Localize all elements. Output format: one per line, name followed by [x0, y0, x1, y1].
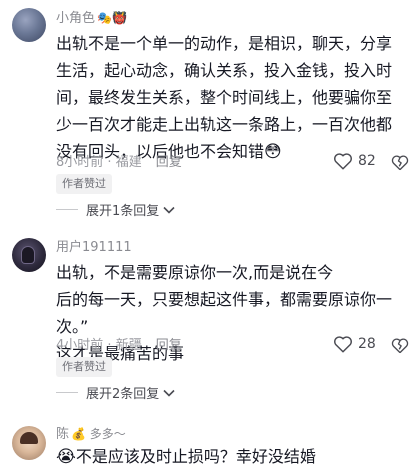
emoji: 😭 — [56, 447, 76, 467]
dislike-button[interactable] — [391, 154, 409, 175]
chevron-down-icon — [163, 206, 175, 214]
emoji: 😳 — [264, 142, 282, 162]
like-button[interactable]: 82 — [333, 152, 376, 170]
like-count: 82 — [358, 153, 376, 169]
expand-label: 展开2条回复 — [86, 387, 160, 402]
expand-replies-button[interactable]: 展开1条回复 — [56, 200, 175, 219]
expand-replies-button[interactable]: 展开2条回复 — [56, 383, 175, 402]
divider — [56, 392, 78, 393]
location: 福建 — [115, 155, 142, 170]
avatar[interactable] — [12, 238, 46, 272]
broken-heart-icon — [391, 338, 409, 354]
timestamp: 8小时前 — [56, 155, 104, 170]
author-liked-badge: 作者赞过 — [56, 357, 112, 377]
username[interactable]: 陈 💰 多多～ — [56, 425, 126, 444]
divider — [56, 209, 78, 210]
comment-meta: 8小时前 · 福建 回复 — [56, 155, 182, 170]
broken-heart-icon — [391, 155, 409, 171]
chevron-down-icon — [163, 389, 175, 397]
username-decoration: 🎭👹 — [97, 11, 127, 25]
username[interactable]: 用户191111 — [56, 239, 132, 257]
comment-text: 😭不是应该及时止损吗？幸好没结婚 — [56, 447, 316, 467]
expand-label: 展开1条回复 — [86, 204, 160, 219]
reply-button[interactable]: 回复 — [156, 155, 182, 170]
comment-meta: 4小时前 · 新疆 回复 — [56, 338, 182, 353]
like-count: 28 — [358, 336, 376, 352]
heart-outline-icon — [334, 336, 352, 353]
like-button[interactable]: 28 — [333, 335, 376, 353]
heart-outline-icon — [334, 153, 352, 170]
username-decoration: 💰 多多～ — [71, 427, 126, 441]
avatar[interactable] — [12, 426, 46, 460]
username[interactable]: 小角色 🎭👹 — [56, 9, 127, 28]
comment-text: 出轨不是一个单一的动作，是相识，聊天，分享生活，起心动念，确认关系，投入金钱，投… — [56, 34, 393, 162]
reply-button[interactable]: 回复 — [156, 338, 182, 353]
dislike-button[interactable] — [391, 337, 409, 358]
timestamp: 4小时前 — [56, 338, 104, 353]
avatar[interactable] — [12, 8, 46, 42]
author-liked-badge: 作者赞过 — [56, 174, 112, 194]
location: 新疆 — [115, 338, 142, 353]
